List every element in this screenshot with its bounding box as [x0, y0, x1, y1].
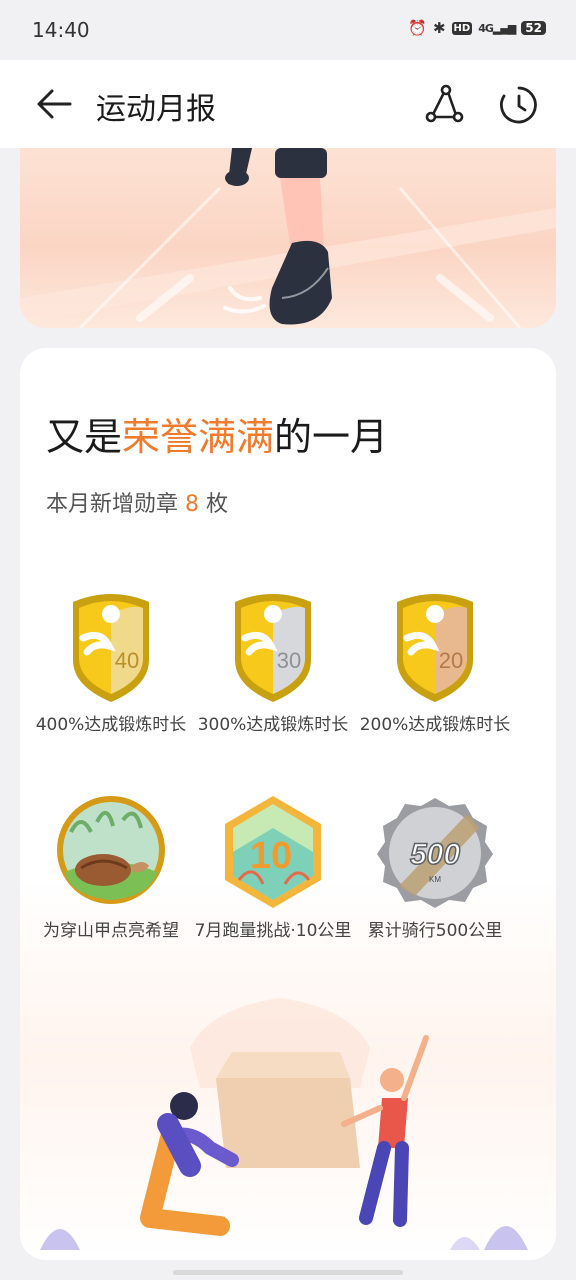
subline-suffix: 枚 [206, 492, 229, 517]
subline-prefix: 本月新增勋章 [46, 492, 179, 517]
medal-label: 累计骑行500公里 [367, 921, 503, 941]
bronze-medal-icon: 20 [397, 594, 473, 702]
medal-label: 为穿山甲点亮希望 [43, 921, 179, 941]
home-indicator[interactable] [173, 1270, 403, 1275]
medal-label: 200%达成锻炼时长 [359, 715, 511, 735]
medal-item[interactable]: 10 7月跑量挑战·10公里 [188, 792, 358, 942]
medal-badge-text: 40 [115, 648, 139, 673]
headline-suffix: 的一月 [274, 415, 389, 459]
report-headline: 又是荣誉满满的一月 [46, 406, 388, 461]
medal-badge-text: 10 [250, 835, 292, 877]
pangolin-medal-icon [57, 796, 165, 904]
monthly-report-card: 又是荣誉满满的一月 本月新增勋章 8 枚 40 400%达成锻炼时长 30 30… [20, 348, 556, 1260]
headline-prefix: 又是 [46, 415, 123, 459]
medal-badge-text: 30 [277, 648, 301, 673]
medal-item[interactable]: 30 300%达成锻炼时长 [188, 586, 358, 736]
silver-medal-icon: 30 [235, 594, 311, 702]
status-time: 14:40 [32, 18, 90, 42]
medal-badge-unit: KM [429, 875, 441, 884]
hero-illustration [20, 148, 556, 328]
share-icon[interactable] [424, 84, 464, 124]
status-bar: 14:40 ⏰ ✱ HD 4G▂▄▆ 52 [0, 0, 576, 60]
bluetooth-icon: ✱ [432, 19, 446, 37]
medal-item[interactable]: 500 KM 累计骑行500公里 [350, 792, 520, 942]
report-subline: 本月新增勋章 8 枚 [46, 486, 228, 518]
arrow-left-icon[interactable] [34, 86, 74, 122]
medal-item[interactable]: 为穿山甲点亮希望 [26, 792, 196, 942]
medal-label: 7月跑量挑战·10公里 [194, 921, 352, 941]
gold-medal-icon: 40 [73, 594, 149, 702]
medal-item[interactable]: 40 400%达成锻炼时长 [26, 586, 196, 736]
network-type: 4G [478, 21, 494, 35]
medal-badge-text: 20 [439, 648, 463, 673]
runner-illustration [20, 148, 556, 328]
app-bar: 运动月报 [0, 60, 576, 148]
history-icon[interactable] [498, 84, 540, 126]
headline-highlight: 荣誉满满 [122, 415, 275, 459]
medal-count: 8 [185, 492, 200, 517]
medal-label: 300%达成锻炼时长 [197, 715, 349, 735]
medal-label: 400%达成锻炼时长 [35, 715, 187, 735]
alarm-icon: ⏰ [408, 19, 427, 37]
hd-icon: HD [451, 21, 473, 35]
medal-badge-text: 500 [410, 838, 460, 871]
signal-icon: 4G▂▄▆ [478, 21, 516, 35]
running-challenge-medal-icon: 10 [225, 796, 321, 908]
gift-box-illustration [40, 998, 528, 1250]
battery-icon: 52 [521, 21, 546, 35]
medal-item[interactable]: 20 200%达成锻炼时长 [350, 586, 520, 736]
cycling-medal-icon: 500 KM [377, 798, 493, 908]
page-title: 运动月报 [96, 92, 216, 127]
status-icons: ⏰ ✱ HD 4G▂▄▆ 52 [408, 19, 546, 37]
